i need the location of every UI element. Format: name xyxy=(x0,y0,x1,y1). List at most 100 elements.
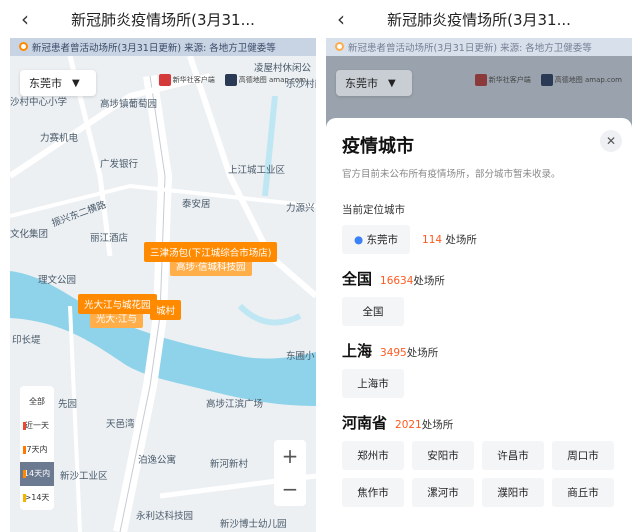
logo-bar: 新华社客户端 高德地图 amap.com xyxy=(158,74,306,86)
city-chip[interactable]: 安阳市 xyxy=(412,441,474,470)
page-title: 新冠肺炎疫情场所(3月31... xyxy=(71,10,255,29)
filter-1day-label: 近一天 xyxy=(25,421,49,430)
area-count: 16634处场所 xyxy=(380,273,445,288)
area-count-unit: 处场所 xyxy=(421,419,454,431)
map-label: 力源兴 xyxy=(286,203,315,214)
city-chip[interactable]: 商丘市 xyxy=(552,478,614,507)
place-pin[interactable]: 三津汤包(下江城综合市场店) xyxy=(144,242,278,262)
map-label: 先园 xyxy=(58,399,78,410)
record-dot-icon xyxy=(335,42,344,51)
map-label: 沙村中心小学 xyxy=(10,97,68,108)
xinhua-logo-text: 新华社客户端 xyxy=(488,76,531,84)
amap-logo-text: 高德地图 amap.com xyxy=(554,76,622,84)
city-chip[interactable]: 许昌市 xyxy=(482,441,544,470)
map-label: 上江城工业区 xyxy=(228,165,286,176)
map-canvas[interactable]: 东莞市 ▼ 新华社客户端 高德地图 amap.com 凌屋村休闲公 乐沙村南 沙村… xyxy=(10,56,316,532)
area-count: 3495处场所 xyxy=(380,345,438,360)
city-select-label: 东莞市 xyxy=(345,77,378,90)
xinhua-logo: 新华社客户端 xyxy=(474,74,531,86)
filter-7day-marker xyxy=(23,446,26,454)
map-panel: ‹ 新冠肺炎疫情场所(3月31... 新冠患者曾活动场所(3月31日更新) 来源… xyxy=(10,0,316,532)
current-city-chip[interactable]: ● 东莞市 xyxy=(342,225,411,254)
map-label: 丽江酒店 xyxy=(90,233,129,244)
city-grid: 郑州市 安阳市 许昌市 周口市 焦作市 漯河市 濮阳市 商丘市 xyxy=(342,441,616,507)
map-label: 文化集团 xyxy=(10,229,49,240)
area-header: 河南省 2021处场所 xyxy=(342,412,616,433)
city-select-button[interactable]: 东莞市 ▼ xyxy=(20,70,96,96)
zoom-out-button[interactable]: − xyxy=(274,473,306,506)
area-count-number: 2021 xyxy=(395,419,422,431)
area-name: 河南省 xyxy=(342,414,388,432)
info-banner: 新冠患者曾活动场所(3月31日更新) 来源: 各地方卫健委等 xyxy=(10,38,316,56)
city-chip[interactable]: 上海市 xyxy=(342,369,404,398)
area-name: 上海 xyxy=(342,342,373,360)
header: ‹ 新冠肺炎疫情场所(3月31... xyxy=(326,0,632,38)
city-chip[interactable]: 全国 xyxy=(342,297,404,326)
city-chip[interactable]: 郑州市 xyxy=(342,441,404,470)
xinhua-logo-text: 新华社客户端 xyxy=(172,76,215,84)
back-icon[interactable]: ‹ xyxy=(326,0,356,38)
back-icon[interactable]: ‹ xyxy=(10,0,40,38)
xinhua-logo: 新华社客户端 xyxy=(158,74,215,86)
filter-over14-label: >14天 xyxy=(24,493,50,502)
city-chip[interactable]: 焦作市 xyxy=(342,478,404,507)
area-count: 2021处场所 xyxy=(395,417,453,432)
area-count-unit: 处场所 xyxy=(406,347,439,359)
area-header: 上海 3495处场所 xyxy=(342,340,616,361)
zoom-control: + − xyxy=(274,440,306,506)
city-chip[interactable]: 濮阳市 xyxy=(482,478,544,507)
sheet-subtitle: 官方目前未公布所有疫情场所，部分城市暂未收录。 xyxy=(342,169,561,180)
filter-1day-marker xyxy=(23,422,26,430)
time-filter-legend: 全部 近一天 7天内 14天内 >14天 xyxy=(20,386,54,510)
area-count-number: 16634 xyxy=(380,275,414,287)
city-grid: 上海市 xyxy=(342,369,616,398)
map-label: 力赛机电 xyxy=(40,133,79,144)
close-icon[interactable]: ✕ xyxy=(600,130,622,152)
city-select-label: 东莞市 xyxy=(29,77,62,90)
page-title: 新冠肺炎疫情场所(3月31... xyxy=(387,10,571,29)
current-city-row: ● 东莞市 114 处场所 xyxy=(342,225,616,254)
zoom-in-button[interactable]: + xyxy=(274,440,306,473)
map-label: 新沙工业区 xyxy=(60,471,108,482)
map-label: 理文公园 xyxy=(38,275,77,286)
city-chip[interactable]: 漯河市 xyxy=(412,478,474,507)
map-label: 新沙博士幼儿园 xyxy=(220,519,287,530)
map-label: 天邑湾 xyxy=(106,419,135,430)
area-count-number: 3495 xyxy=(380,347,407,359)
filter-over14[interactable]: >14天 xyxy=(20,486,54,510)
area-name: 全国 xyxy=(342,270,373,288)
city-picker-panel: ‹ 新冠肺炎疫情场所(3月31... 新冠患者曾活动场所(3月31日更新) 来源… xyxy=(326,0,632,532)
filter-14day-marker xyxy=(23,470,26,478)
map-label: 广发银行 xyxy=(100,159,139,170)
banner-text: 新冠患者曾活动场所(3月31日更新) 来源: 各地方卫健委等 xyxy=(32,43,276,54)
logo-bar: 新华社客户端 高德地图 amap.com xyxy=(474,74,622,86)
area-header: 全国 16634处场所 xyxy=(342,268,616,289)
info-banner: 新冠患者曾活动场所(3月31日更新) 来源: 各地方卫健委等 xyxy=(326,38,632,56)
area-count-unit: 处场所 xyxy=(413,275,445,287)
place-pin[interactable]: 光大江与城花园 xyxy=(78,294,157,314)
location-pin-icon: ● xyxy=(354,234,364,246)
sheet-title: 疫情城市 xyxy=(342,136,414,157)
map-label: 高埗江滨广场 xyxy=(206,399,264,410)
current-city-name: 东莞市 xyxy=(366,234,399,246)
city-chip[interactable]: 周口市 xyxy=(552,441,614,470)
map-label: 永利达科技园 xyxy=(136,511,194,522)
map-label: 新河新村 xyxy=(210,459,249,470)
filter-all[interactable]: 全部 xyxy=(20,390,54,414)
city-select-button: 东莞市 ▼ xyxy=(336,70,412,96)
filter-7day[interactable]: 7天内 xyxy=(20,438,54,462)
map-label: 泰安居 xyxy=(182,199,211,210)
map-label: 乐沙村南 xyxy=(286,79,316,90)
current-city-label: 当前定位城市 xyxy=(342,204,405,216)
filter-14day[interactable]: 14天内 xyxy=(20,462,54,486)
map-label: 高埗镇葡萄园 xyxy=(100,99,158,110)
map-label: 印长堤 xyxy=(12,335,41,346)
map-label: 泊逸公寓 xyxy=(138,455,177,466)
filter-1day[interactable]: 近一天 xyxy=(20,414,54,438)
current-count-number: 114 xyxy=(422,234,443,246)
caret-down-icon: ▼ xyxy=(72,77,80,89)
amap-logo: 高德地图 amap.com xyxy=(540,74,622,86)
city-grid: 全国 xyxy=(342,297,616,326)
city-sheet: 疫情城市 ✕ 官方目前未公布所有疫情场所，部分城市暂未收录。 当前定位城市 ● … xyxy=(326,118,632,532)
banner-text: 新冠患者曾活动场所(3月31日更新) 来源: 各地方卫健委等 xyxy=(348,43,592,54)
